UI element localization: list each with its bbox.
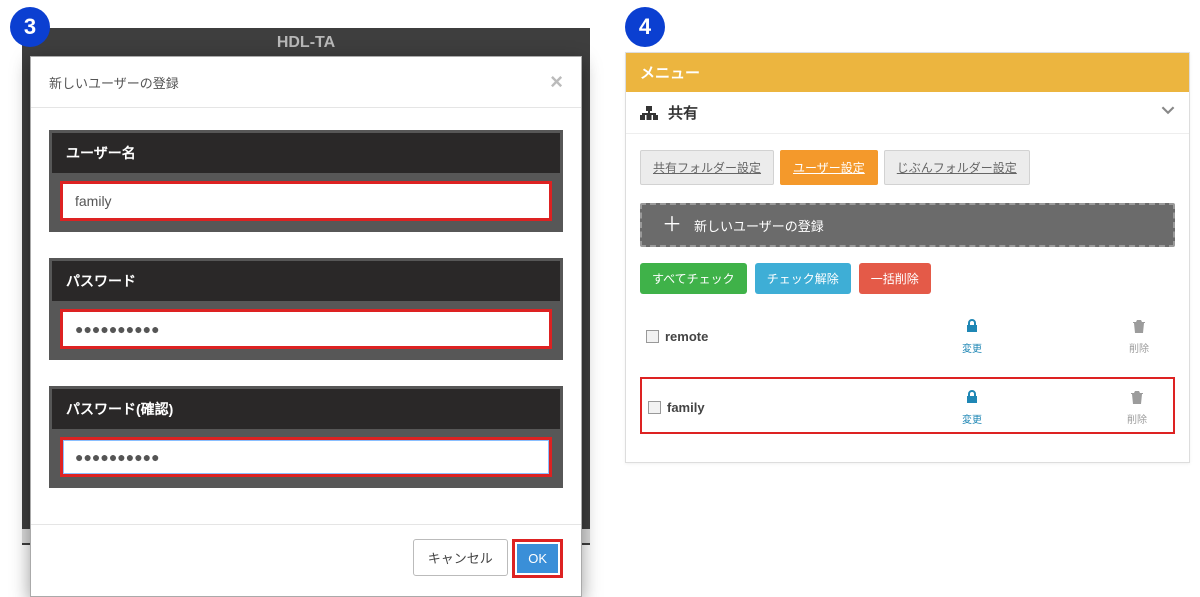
delete-user-action[interactable]: 削除 xyxy=(1107,389,1167,426)
step-badge-3: 3 xyxy=(10,7,50,47)
lock-icon xyxy=(942,318,1002,338)
user-name: family xyxy=(667,400,837,415)
user-row-remote: remote 変更 削除 xyxy=(640,308,1175,361)
tab-shared-folder[interactable]: 共有フォルダー設定 xyxy=(640,150,774,185)
menu-bar[interactable]: メニュー xyxy=(626,53,1189,92)
password-label: パスワード xyxy=(52,261,560,301)
change-label: 変更 xyxy=(942,340,1002,355)
modal-body: ユーザー名 パスワード パスワード(確認) xyxy=(31,108,581,524)
delete-label: 削除 xyxy=(1107,411,1167,426)
settings-body: 共有フォルダー設定 ユーザー設定 じぶんフォルダー設定 ＋ 新しいユーザーの登録… xyxy=(626,134,1189,462)
user-checkbox[interactable] xyxy=(646,330,659,343)
delete-user-action[interactable]: 削除 xyxy=(1109,318,1169,355)
tab-personal-folder[interactable]: じぶんフォルダー設定 xyxy=(884,150,1030,185)
user-row-family: family 変更 削除 xyxy=(640,377,1175,434)
tab-user-settings[interactable]: ユーザー設定 xyxy=(780,150,878,185)
add-user-label: 新しいユーザーの登録 xyxy=(694,216,824,235)
lock-icon xyxy=(942,389,1002,409)
uncheck-all-button[interactable]: チェック解除 xyxy=(755,263,851,294)
modal-footer: キャンセル OK xyxy=(31,524,581,596)
app-brand: HDL-TA xyxy=(22,34,590,52)
password-field-group: パスワード xyxy=(49,258,563,360)
chevron-down-icon xyxy=(1161,103,1175,122)
network-icon xyxy=(640,106,658,120)
username-input[interactable] xyxy=(60,181,552,221)
trash-icon xyxy=(1107,389,1167,409)
ok-button-highlight: OK xyxy=(512,539,563,578)
trash-icon xyxy=(1109,318,1169,338)
tab-row: 共有フォルダー設定 ユーザー設定 じぶんフォルダー設定 xyxy=(640,150,1175,185)
change-password-action[interactable]: 変更 xyxy=(942,389,1002,426)
bulk-actions: すべてチェック チェック解除 一括削除 xyxy=(640,263,1175,294)
modal-backdrop: HDL-TA メディアサーバー設定 新しいユーザーの登録 × ユーザー名 パスワ… xyxy=(22,28,590,545)
close-icon[interactable]: × xyxy=(550,71,563,93)
settings-panel: メニュー 共有 共有フォルダー設定 ユーザー設定 じぶんフォルダー設定 ＋ 新し… xyxy=(625,52,1190,463)
delete-label: 削除 xyxy=(1109,340,1169,355)
user-checkbox[interactable] xyxy=(648,401,661,414)
check-all-button[interactable]: すべてチェック xyxy=(640,263,747,294)
username-label: ユーザー名 xyxy=(52,133,560,173)
modal-title: 新しいユーザーの登録 xyxy=(49,73,179,92)
user-name: remote xyxy=(665,329,835,344)
password-confirm-field-group: パスワード(確認) xyxy=(49,386,563,488)
modal-header: 新しいユーザーの登録 × xyxy=(31,57,581,108)
new-user-modal: 新しいユーザーの登録 × ユーザー名 パスワード パスワード(確認) xyxy=(30,56,582,597)
share-section-header[interactable]: 共有 xyxy=(626,92,1189,134)
change-password-action[interactable]: 変更 xyxy=(942,318,1002,355)
change-label: 変更 xyxy=(942,411,1002,426)
password-input[interactable] xyxy=(60,309,552,349)
step-badge-4: 4 xyxy=(625,7,665,47)
delete-all-button[interactable]: 一括削除 xyxy=(859,263,931,294)
share-section-title: 共有 xyxy=(668,102,698,123)
add-user-button[interactable]: ＋ 新しいユーザーの登録 xyxy=(640,203,1175,247)
ok-button[interactable]: OK xyxy=(517,544,558,573)
username-field-group: ユーザー名 xyxy=(49,130,563,232)
cancel-button[interactable]: キャンセル xyxy=(413,539,508,576)
password-confirm-input[interactable] xyxy=(60,437,552,477)
password-confirm-label: パスワード(確認) xyxy=(52,389,560,429)
plus-icon: ＋ xyxy=(662,215,682,235)
